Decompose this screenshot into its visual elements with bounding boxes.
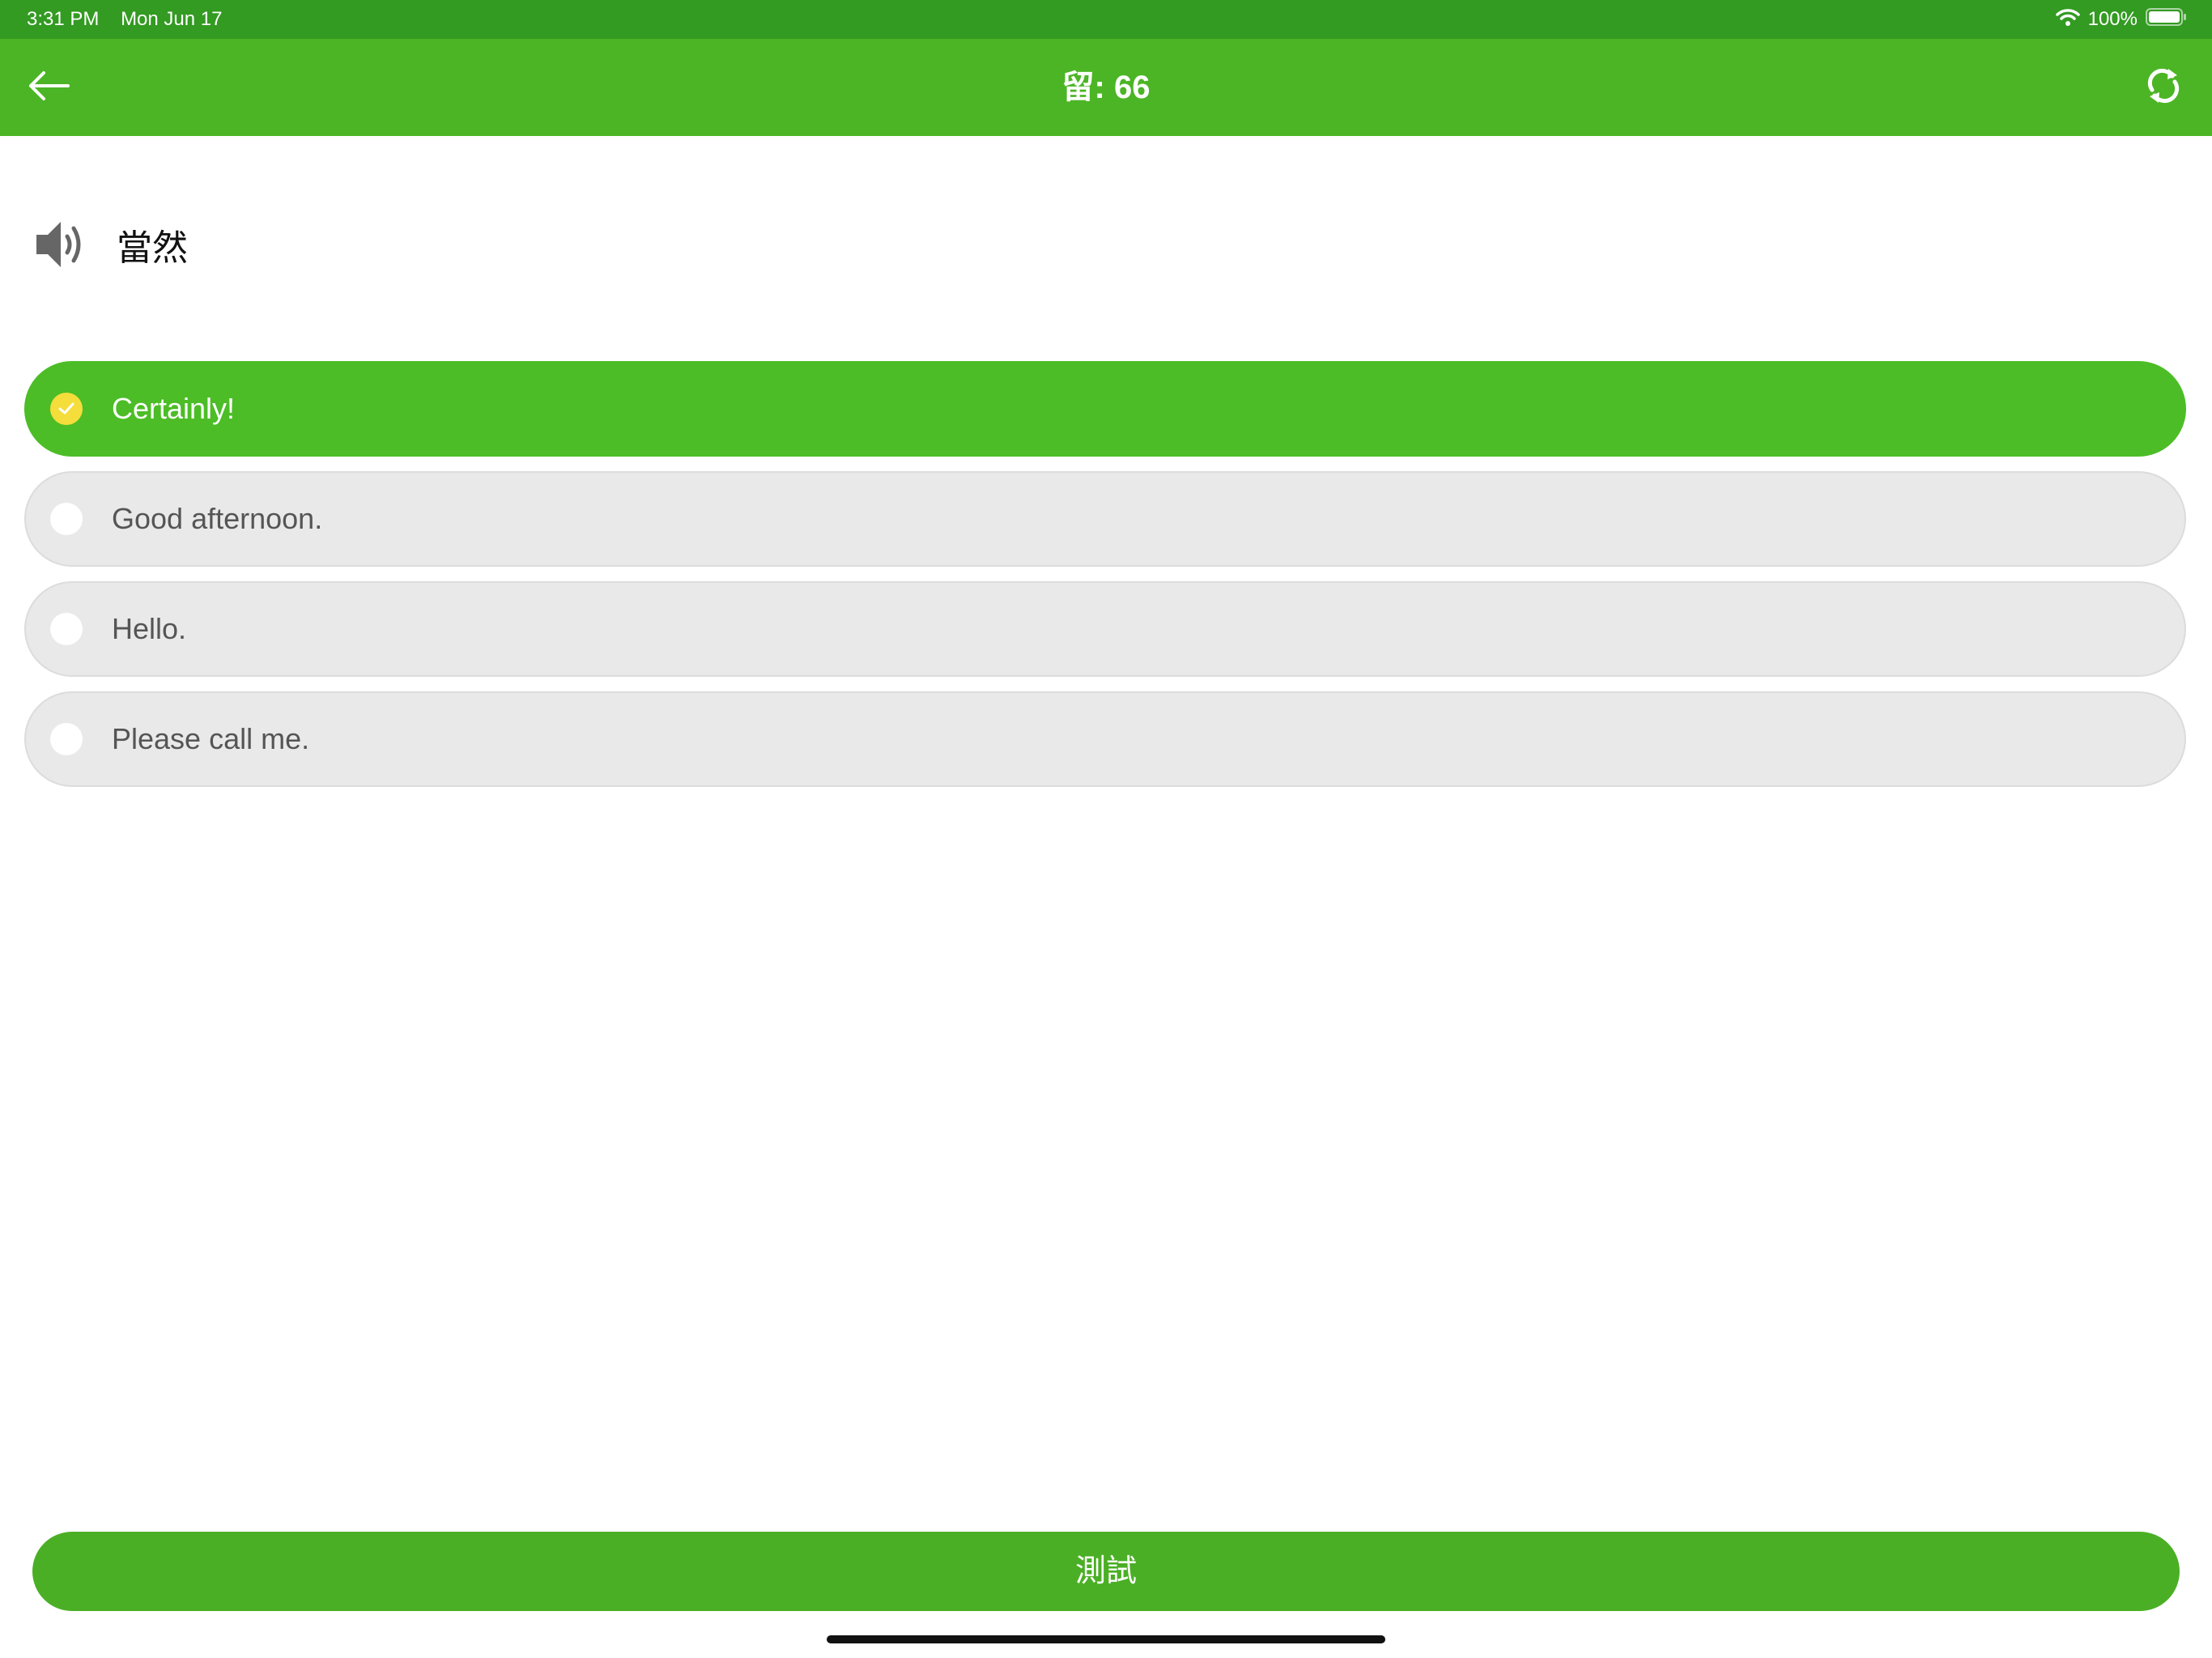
option-hello[interactable]: Hello.	[24, 581, 2186, 677]
speaker-icon[interactable]	[32, 216, 89, 273]
option-please-call-me[interactable]: Please call me.	[24, 691, 2186, 787]
option-label: Please call me.	[112, 722, 310, 755]
status-date: Mon Jun 17	[121, 8, 223, 30]
question-word: 當然	[117, 228, 188, 268]
option-good-afternoon[interactable]: Good afternoon.	[24, 471, 2186, 567]
status-time: 3:31 PM	[27, 8, 100, 30]
status-left: 3:31 PM Mon Jun 17	[27, 0, 222, 39]
home-indicator[interactable]	[827, 1635, 1385, 1643]
test-button[interactable]: 測試	[32, 1532, 2180, 1611]
nav-bar: 留: 66	[0, 39, 2212, 136]
check-circle-icon	[50, 393, 83, 425]
answer-options: Certainly! Good afternoon. Hello. Please…	[24, 361, 2186, 801]
page-title: 留: 66	[1061, 70, 1151, 105]
option-label: Good afternoon.	[112, 502, 323, 535]
question-row: 當然	[32, 212, 188, 277]
status-right: 100%	[2055, 0, 2188, 39]
status-bar: 3:31 PM Mon Jun 17 100%	[0, 0, 2212, 39]
option-label: Hello.	[112, 612, 187, 645]
radio-circle-icon	[50, 723, 83, 755]
refresh-button[interactable]	[2139, 63, 2188, 112]
radio-circle-icon	[50, 613, 83, 645]
option-label: Certainly!	[112, 392, 236, 425]
option-certainly[interactable]: Certainly!	[24, 361, 2186, 457]
battery-icon	[2146, 7, 2188, 32]
radio-circle-icon	[50, 503, 83, 535]
refresh-icon	[2143, 66, 2184, 110]
wifi-icon	[2055, 7, 2080, 32]
battery-percentage: 100%	[2087, 8, 2138, 30]
